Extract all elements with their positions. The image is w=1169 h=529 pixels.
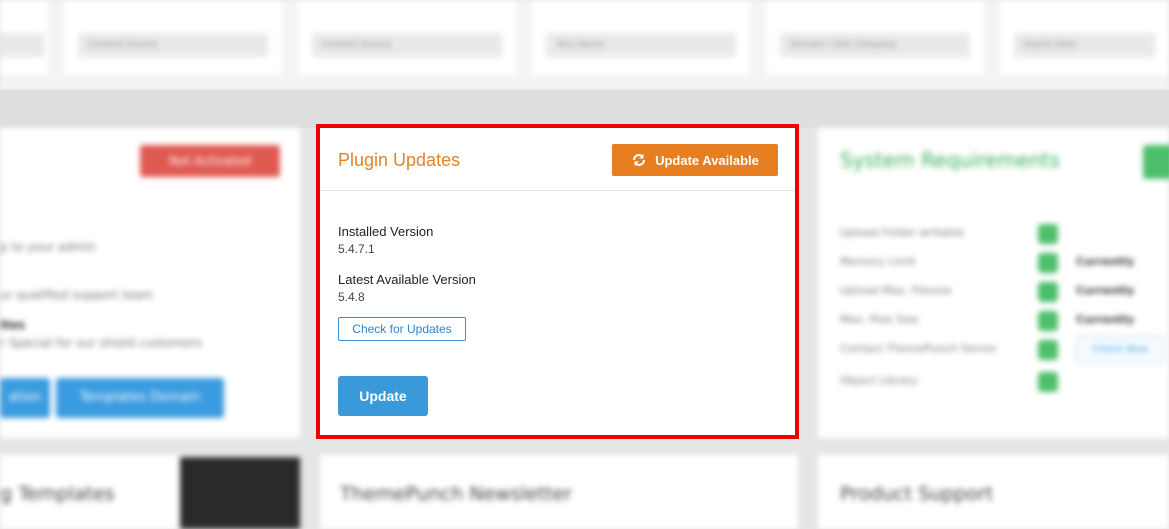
section-divider [0,90,1169,128]
newsletter-panel: ThemePunch Newsletter [320,455,798,529]
register-button[interactable]: ation [0,378,50,418]
installed-version-label: Installed Version [338,224,434,239]
not-activated-badge[interactable]: Not Activated [140,145,280,177]
panel-title: System Requirements [840,148,1060,172]
template-thumbnail [180,457,300,529]
activation-benefit: r Special for our shield customers [0,336,202,350]
requirement-label: Upload Folder writable [840,226,964,239]
top-field[interactable]: Content Source [78,33,268,57]
check-for-updates-button[interactable]: Check for Updates [338,317,466,341]
refresh-icon [633,154,646,166]
check-icon [1038,372,1058,392]
check-icon [1038,311,1058,331]
top-field[interactable]: Your Name [546,33,736,57]
top-field[interactable] [0,33,44,57]
requirement-label: Contact ThemePunch Server [840,342,998,355]
top-field-card: Content Source [298,0,516,75]
top-field-card: Your Name [532,0,750,75]
top-field[interactable]: Content Source [312,33,502,57]
plugin-updates-card: Plugin Updates Update Available Installe… [316,124,799,439]
top-field-card: Domain / Site Company [766,0,984,75]
update-button[interactable]: Update [338,376,428,416]
top-field-card: Expire Date [1000,0,1169,75]
requirement-label: Upload Max. Filesize [840,284,952,297]
check-icon [1038,282,1058,302]
update-available-label: Update Available [655,152,759,168]
requirement-label: Max. Post Size [840,313,919,326]
top-field[interactable]: Domain / Site Company [780,33,970,57]
top-settings-strip: Content Source Content Source Your Name … [0,0,1169,90]
requirement-status: Currently [1076,284,1135,297]
templates-domain-button[interactable]: Templates Domain [56,378,224,418]
activation-panel: Not Activated p to your admin ur qualifi… [0,128,300,438]
requirement-label: Memory Limit [840,255,916,268]
installed-version-value: 5.4.7.1 [338,242,375,256]
activation-benefit: ites [0,318,26,332]
top-field-card: Content Source [64,0,282,75]
update-available-button[interactable]: Update Available [612,144,778,176]
requirement-status: Currently [1076,313,1135,326]
requirement-label: Object Library [840,374,918,387]
check-icon [1038,224,1058,244]
check-icon [1038,253,1058,273]
panel-title: ThemePunch Newsletter [340,483,572,505]
check-now-button[interactable]: Check Now [1076,336,1164,364]
requirement-status: Currently [1076,255,1135,268]
card-title: Plugin Updates [338,150,461,170]
activation-benefit: p to your admin [0,240,96,254]
product-support-panel: Product Support [818,455,1169,529]
check-icon [1038,340,1058,360]
templates-panel: g Templates [0,455,300,529]
latest-version-label: Latest Available Version [338,272,476,287]
activate-button[interactable] [1143,145,1169,179]
panel-title: g Templates [0,483,115,505]
top-field[interactable]: Expire Date [1014,33,1155,57]
panel-title: Product Support [840,483,994,505]
activation-benefit: ur qualified support team [0,288,153,302]
card-header: Plugin Updates Update Available [320,128,795,191]
latest-version-value: 5.4.8 [338,290,365,304]
system-requirements-panel: System Requirements Upload Folder writab… [818,128,1169,438]
top-field-card [0,0,48,75]
